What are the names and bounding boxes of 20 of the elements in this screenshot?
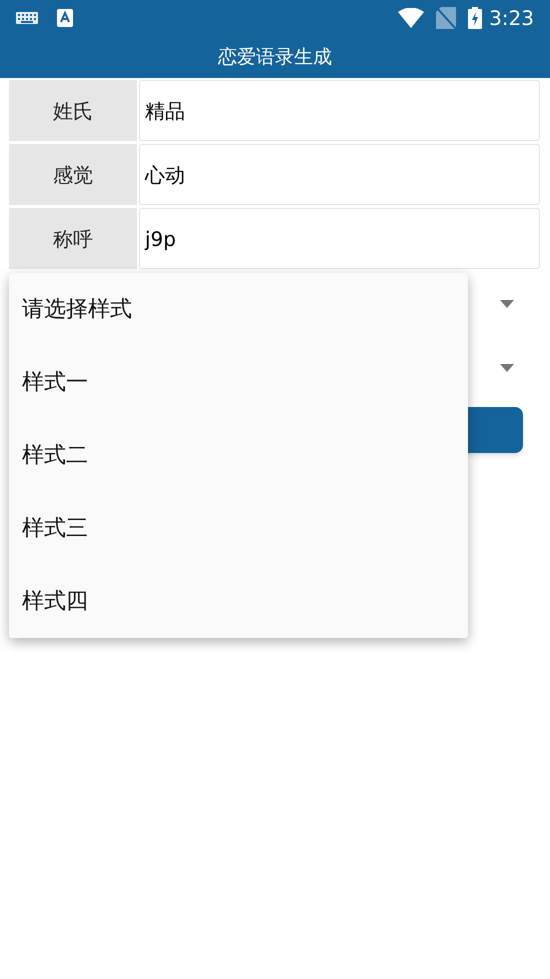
dropdown-arrow-icon[interactable]	[500, 300, 514, 308]
wifi-icon	[398, 8, 424, 28]
battery-charging-icon	[468, 7, 482, 29]
menu-item[interactable]: 样式四	[9, 565, 468, 638]
dropdown-arrow-icon[interactable]	[500, 364, 514, 372]
accessibility-app-icon	[57, 9, 73, 27]
input-field[interactable]: j9p	[139, 208, 540, 269]
no-sim-icon	[436, 7, 456, 29]
menu-item[interactable]: 样式一	[9, 346, 468, 419]
field-label: 感觉	[9, 144, 137, 205]
clock-time: 3:23	[489, 5, 534, 32]
app-title: 恋爱语录生成	[218, 44, 332, 70]
menu-item[interactable]: 样式三	[9, 492, 468, 565]
input-field[interactable]: 心动	[139, 144, 540, 205]
menu-item[interactable]: 请选择样式	[9, 273, 468, 346]
menu-item[interactable]: 样式二	[9, 419, 468, 492]
field-label: 称呼	[9, 208, 137, 269]
input-field[interactable]: 精品	[139, 80, 540, 141]
field-label: 姓氏	[9, 80, 137, 141]
keyboard-icon	[16, 12, 38, 24]
